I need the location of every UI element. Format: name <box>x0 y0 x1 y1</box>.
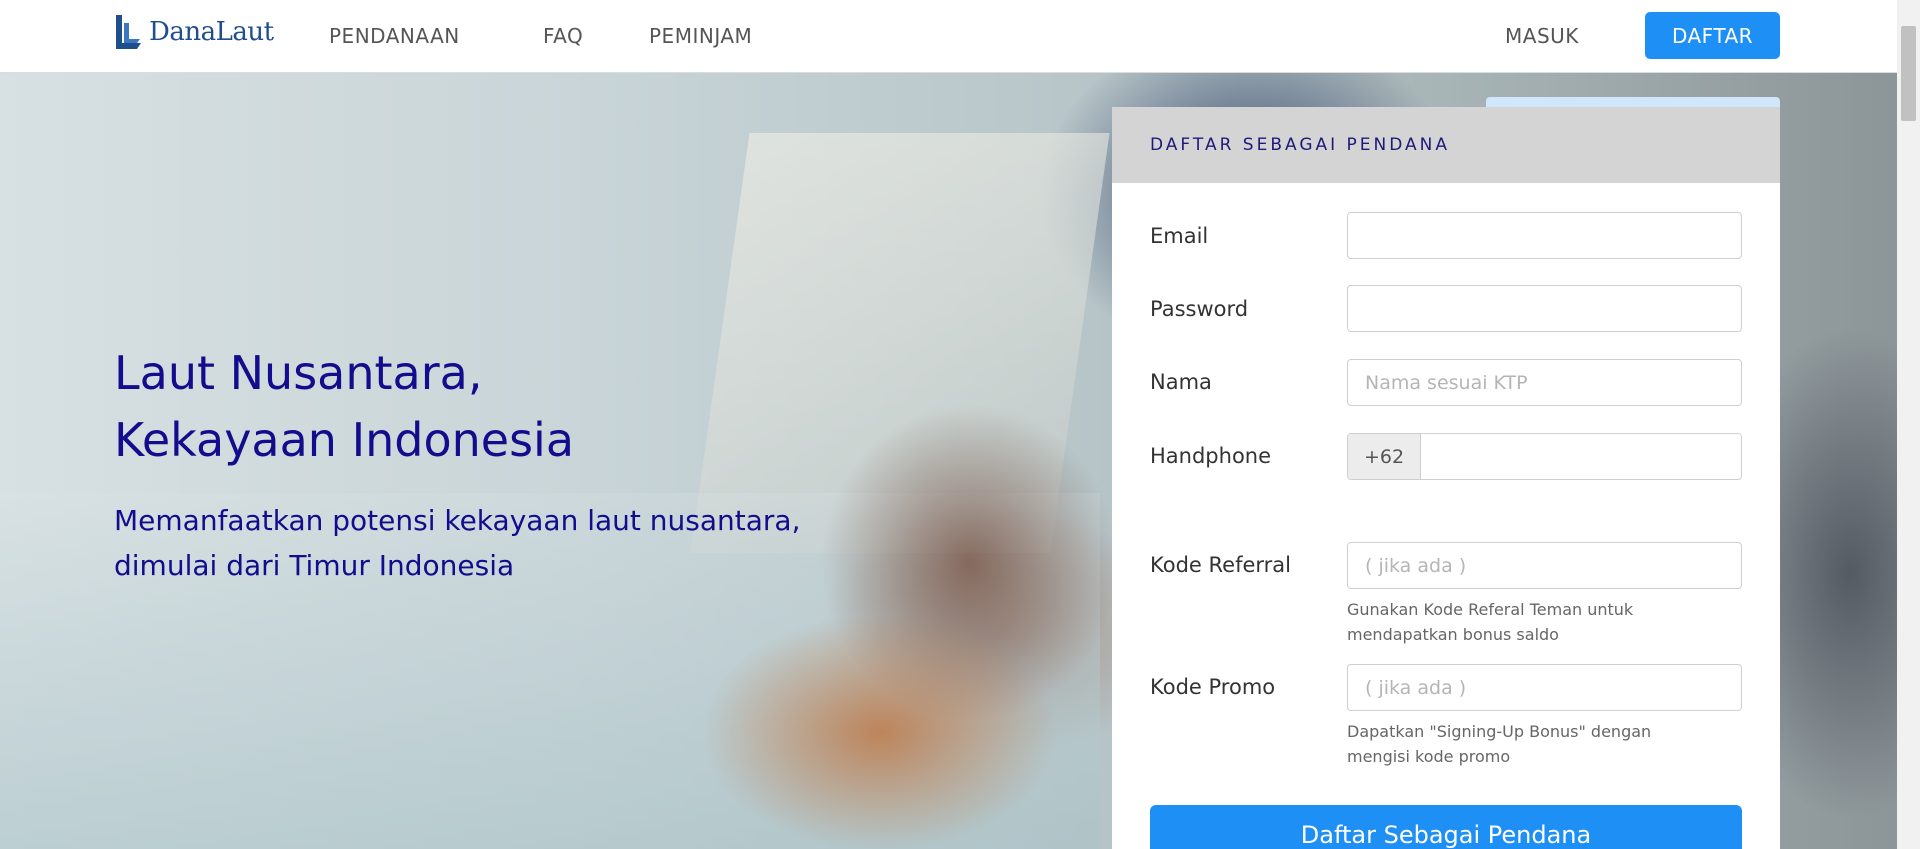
brand-name: DanaLaut <box>149 17 274 47</box>
hero-seaweed-shape <box>700 613 1060 849</box>
daftar-pendana-button[interactable]: Daftar Sebagai Pendana <box>1150 805 1742 849</box>
register-form-card: DAFTAR SEBAGAI PENDANA Email Password Na… <box>1112 107 1780 849</box>
page-scrollbar[interactable] <box>1897 0 1920 849</box>
nama-label: Nama <box>1150 370 1212 394</box>
phone-country-code: +62 <box>1348 434 1421 479</box>
promo-help: Dapatkan "Signing-Up Bonus" dengan mengi… <box>1347 719 1707 769</box>
handphone-group: +62 <box>1347 433 1742 480</box>
daftar-button[interactable]: DAFTAR <box>1645 12 1780 59</box>
nav-masuk[interactable]: MASUK <box>1505 24 1579 48</box>
hero-subtitle-line1: Memanfaatkan potensi kekayaan laut nusan… <box>114 504 801 537</box>
nama-field[interactable] <box>1347 359 1742 406</box>
promo-help-line2: mengisi kode promo <box>1347 747 1511 766</box>
password-label: Password <box>1150 297 1249 321</box>
handphone-field[interactable] <box>1421 434 1741 479</box>
scrollbar-thumb[interactable] <box>1901 26 1916 121</box>
password-field[interactable] <box>1347 285 1742 332</box>
hero-title-line1: Laut Nusantara, <box>114 346 483 400</box>
handphone-label: Handphone <box>1150 444 1272 468</box>
referral-help: Gunakan Kode Referal Teman untuk mendapa… <box>1347 597 1707 647</box>
hero-title: Laut Nusantara, Kekayaan Indonesia <box>114 340 814 474</box>
promo-help-line1: Dapatkan "Signing-Up Bonus" dengan <box>1347 722 1652 741</box>
danalaut-logo-icon <box>116 15 141 49</box>
nav-peminjam[interactable]: PEMINJAM <box>649 24 752 48</box>
email-field[interactable] <box>1347 212 1742 259</box>
referral-help-line2: mendapatkan bonus saldo <box>1347 625 1559 644</box>
promo-field[interactable] <box>1347 664 1742 711</box>
referral-label: Kode Referral <box>1150 553 1291 577</box>
nav-faq[interactable]: FAQ <box>543 24 583 48</box>
referral-help-line1: Gunakan Kode Referal Teman untuk <box>1347 600 1634 619</box>
hero-subtitle: Memanfaatkan potensi kekayaan laut nusan… <box>114 498 874 588</box>
hero-subtitle-line2: dimulai dari Timur Indonesia <box>114 549 515 582</box>
referral-field[interactable] <box>1347 542 1742 589</box>
site-header: DanaLaut PENDANAAN FAQ PEMINJAM MASUK DA… <box>0 0 1897 73</box>
email-label: Email <box>1150 224 1209 248</box>
promo-label: Kode Promo <box>1150 675 1276 699</box>
brand-logo[interactable]: DanaLaut <box>113 13 274 51</box>
nav-pendanaan[interactable]: PENDANAAN <box>329 24 460 48</box>
hero-title-line2: Kekayaan Indonesia <box>114 413 575 467</box>
form-heading: DAFTAR SEBAGAI PENDANA <box>1112 107 1780 183</box>
